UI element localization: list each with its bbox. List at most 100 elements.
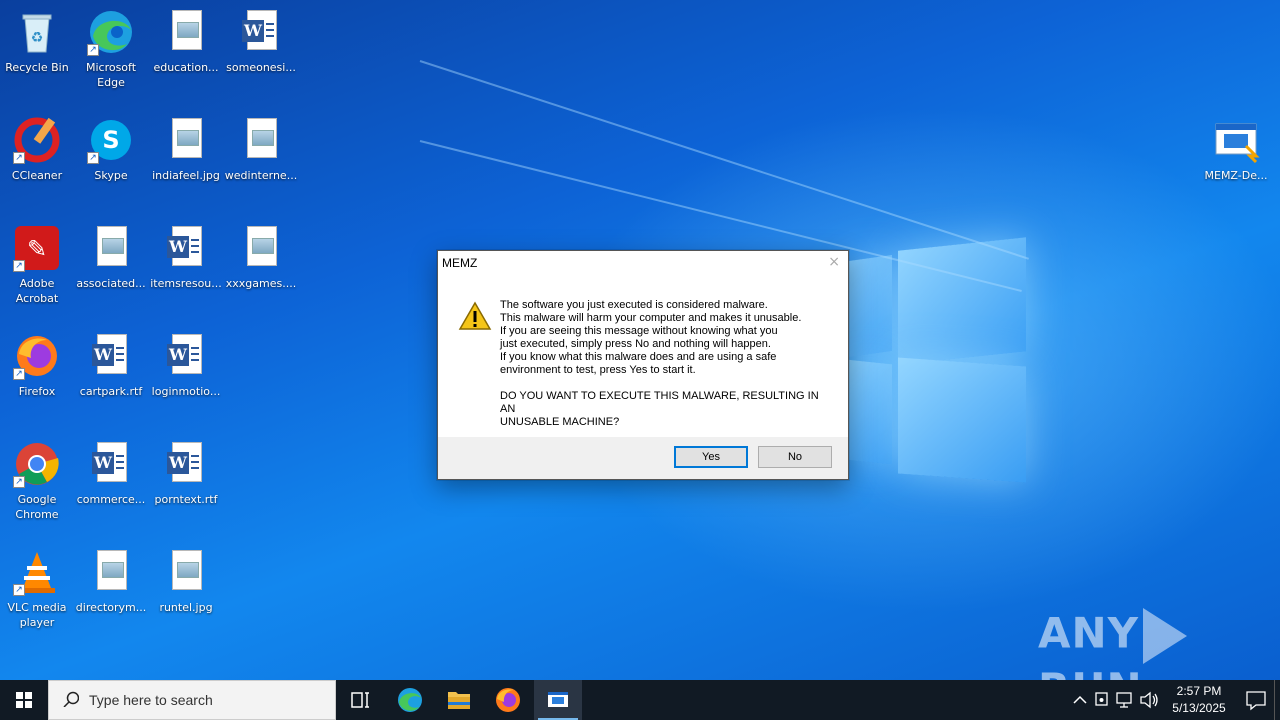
taskbar-memz-window[interactable] — [534, 680, 582, 720]
desktop-icon-label: indiafeel.jpg — [152, 169, 220, 182]
image-file-icon — [87, 224, 135, 272]
desktop-icon-label: Microsoft Edge — [85, 61, 137, 89]
firefox-icon — [496, 688, 520, 712]
skype-icon: S ↗ — [87, 116, 135, 164]
desktop-icon-file[interactable]: indiafeel.jpg — [149, 116, 223, 183]
taskbar-firefox[interactable] — [484, 680, 532, 720]
shortcut-arrow-icon: ↗ — [13, 476, 25, 488]
show-hidden-icons-button[interactable] — [1070, 680, 1090, 720]
desktop-icon-label: directorym... — [75, 601, 147, 614]
desktop-icon-file[interactable]: xxxgames.... — [224, 224, 298, 291]
shortcut-arrow-icon: ↗ — [13, 584, 25, 596]
desktop-icon-file[interactable]: associated... — [74, 224, 148, 291]
vlc-icon: ↗ — [13, 548, 61, 596]
shortcut-arrow-icon: ↗ — [13, 152, 25, 164]
volume-button[interactable] — [1138, 680, 1160, 720]
dialog-footer: Yes No — [438, 437, 848, 479]
desktop-icon-label: VLC media player — [7, 601, 67, 629]
desktop-icon-skype[interactable]: S ↗ Skype — [74, 116, 148, 183]
desktop-icon-file[interactable]: W loginmotio... — [149, 332, 223, 399]
desktop-icon-label: wedinterne... — [224, 169, 298, 182]
image-file-icon — [162, 8, 210, 56]
desktop-icon-file[interactable]: directorym... — [74, 548, 148, 615]
desktop-icon-label: itemsresou... — [150, 277, 222, 290]
windows-logo-pane — [848, 359, 892, 465]
windows-logo-pane — [898, 357, 1026, 483]
dialog-message: The software you just executed is consid… — [500, 299, 836, 429]
message-line: just executed, simply press No and nothi… — [500, 338, 771, 350]
word-document-icon: W — [162, 332, 210, 380]
desktop-icon-label: someonesi... — [226, 61, 296, 74]
desktop: ♻ Recycle Bin ↗ Microsoft Edge education… — [0, 0, 1280, 680]
taskbar-file-explorer[interactable] — [435, 680, 483, 720]
no-button[interactable]: No — [758, 446, 832, 468]
window-app-icon — [1212, 116, 1260, 164]
desktop-icon-file[interactable]: runtel.jpg — [149, 548, 223, 615]
desktop-icon-file[interactable]: W porntext.rtf — [149, 440, 223, 507]
desktop-icon-label: education... — [153, 61, 219, 74]
desktop-icon-label: runtel.jpg — [159, 601, 213, 614]
network-button[interactable] — [1114, 680, 1136, 720]
task-view-icon — [351, 692, 369, 708]
desktop-icon-file[interactable]: education... — [149, 8, 223, 75]
question-line: DO YOU WANT TO EXECUTE THIS MALWARE, RES… — [500, 390, 819, 415]
desktop-icon-label: loginmotio... — [151, 385, 221, 398]
image-file-icon — [237, 224, 285, 272]
task-view-button[interactable] — [336, 680, 384, 720]
message-line: The software you just executed is consid… — [500, 299, 768, 311]
clock-time: 2:57 PM — [1176, 684, 1222, 698]
shortcut-arrow-icon: ↗ — [13, 260, 25, 272]
desktop-icon-label: porntext.rtf — [154, 493, 218, 506]
show-desktop-button[interactable] — [1274, 680, 1280, 720]
desktop-icon-edge[interactable]: ↗ Microsoft Edge — [74, 8, 148, 90]
message-line: If you are seeing this message without k… — [500, 325, 778, 337]
desktop-icon-firefox[interactable]: ↗ Firefox — [0, 332, 74, 399]
close-icon[interactable]: × — [828, 254, 840, 270]
edge-icon: ↗ — [87, 8, 135, 56]
search-icon — [63, 691, 79, 707]
desktop-icon-file[interactable]: W itemsresou... — [149, 224, 223, 291]
desktop-icon-file[interactable]: W someonesi... — [224, 8, 298, 75]
anyrun-watermark: ANY RUN — [1038, 608, 1280, 680]
desktop-icon-vlc[interactable]: ↗ VLC media player — [0, 548, 74, 630]
word-document-icon: W — [87, 440, 135, 488]
word-document-icon: W — [162, 224, 210, 272]
desktop-icon-label: Adobe Acrobat — [15, 277, 59, 305]
network-icon — [1116, 692, 1132, 708]
windows-logo-pane — [848, 254, 892, 358]
desktop-icon-chrome[interactable]: ↗ Google Chrome — [0, 440, 74, 522]
word-document-icon: W — [162, 440, 210, 488]
message-line: environment to test, press Yes to start … — [500, 364, 696, 376]
message-line: If you know what this malware does and a… — [500, 351, 777, 363]
window-app-icon — [548, 692, 568, 707]
desktop-icon-ccleaner[interactable]: ↗ CCleaner — [0, 116, 74, 183]
desktop-icon-file[interactable]: W cartpark.rtf — [74, 332, 148, 399]
desktop-icon-recycle-bin[interactable]: ♻ Recycle Bin — [0, 8, 74, 75]
device-icon — [1095, 692, 1108, 706]
dialog-title: MEMZ — [442, 256, 478, 270]
desktop-icon-file[interactable]: wedinterne... — [224, 116, 298, 183]
desktop-icon-label: xxxgames.... — [225, 277, 297, 290]
yes-button[interactable]: Yes — [674, 446, 748, 468]
chevron-up-icon — [1073, 695, 1087, 704]
search-placeholder: Type here to search — [89, 692, 213, 708]
taskbar-edge[interactable] — [386, 680, 434, 720]
desktop-icon-acrobat[interactable]: ✎ ↗ Adobe Acrobat — [0, 224, 74, 306]
watermark-run: RUN — [1038, 664, 1143, 680]
notification-icon — [1246, 691, 1266, 711]
edge-icon — [398, 688, 422, 712]
desktop-icon-memz[interactable]: MEMZ-De... — [1199, 116, 1273, 183]
dialog-titlebar[interactable]: MEMZ × — [438, 251, 848, 277]
taskbar-search-box[interactable]: Type here to search — [48, 680, 336, 720]
desktop-icon-file[interactable]: W commerce... — [74, 440, 148, 507]
svg-text:♻: ♻ — [31, 30, 44, 46]
action-center-button[interactable] — [1242, 680, 1270, 720]
tray-device-icon-button[interactable] — [1092, 680, 1112, 720]
image-file-icon — [237, 116, 285, 164]
windows-start-icon — [16, 692, 32, 708]
word-document-icon: W — [237, 8, 285, 56]
warning-icon — [458, 301, 492, 331]
taskbar-clock[interactable]: 2:57 PM 5/13/2025 — [1164, 683, 1234, 717]
start-button[interactable] — [0, 680, 48, 720]
desktop-icon-label: Google Chrome — [15, 493, 59, 521]
